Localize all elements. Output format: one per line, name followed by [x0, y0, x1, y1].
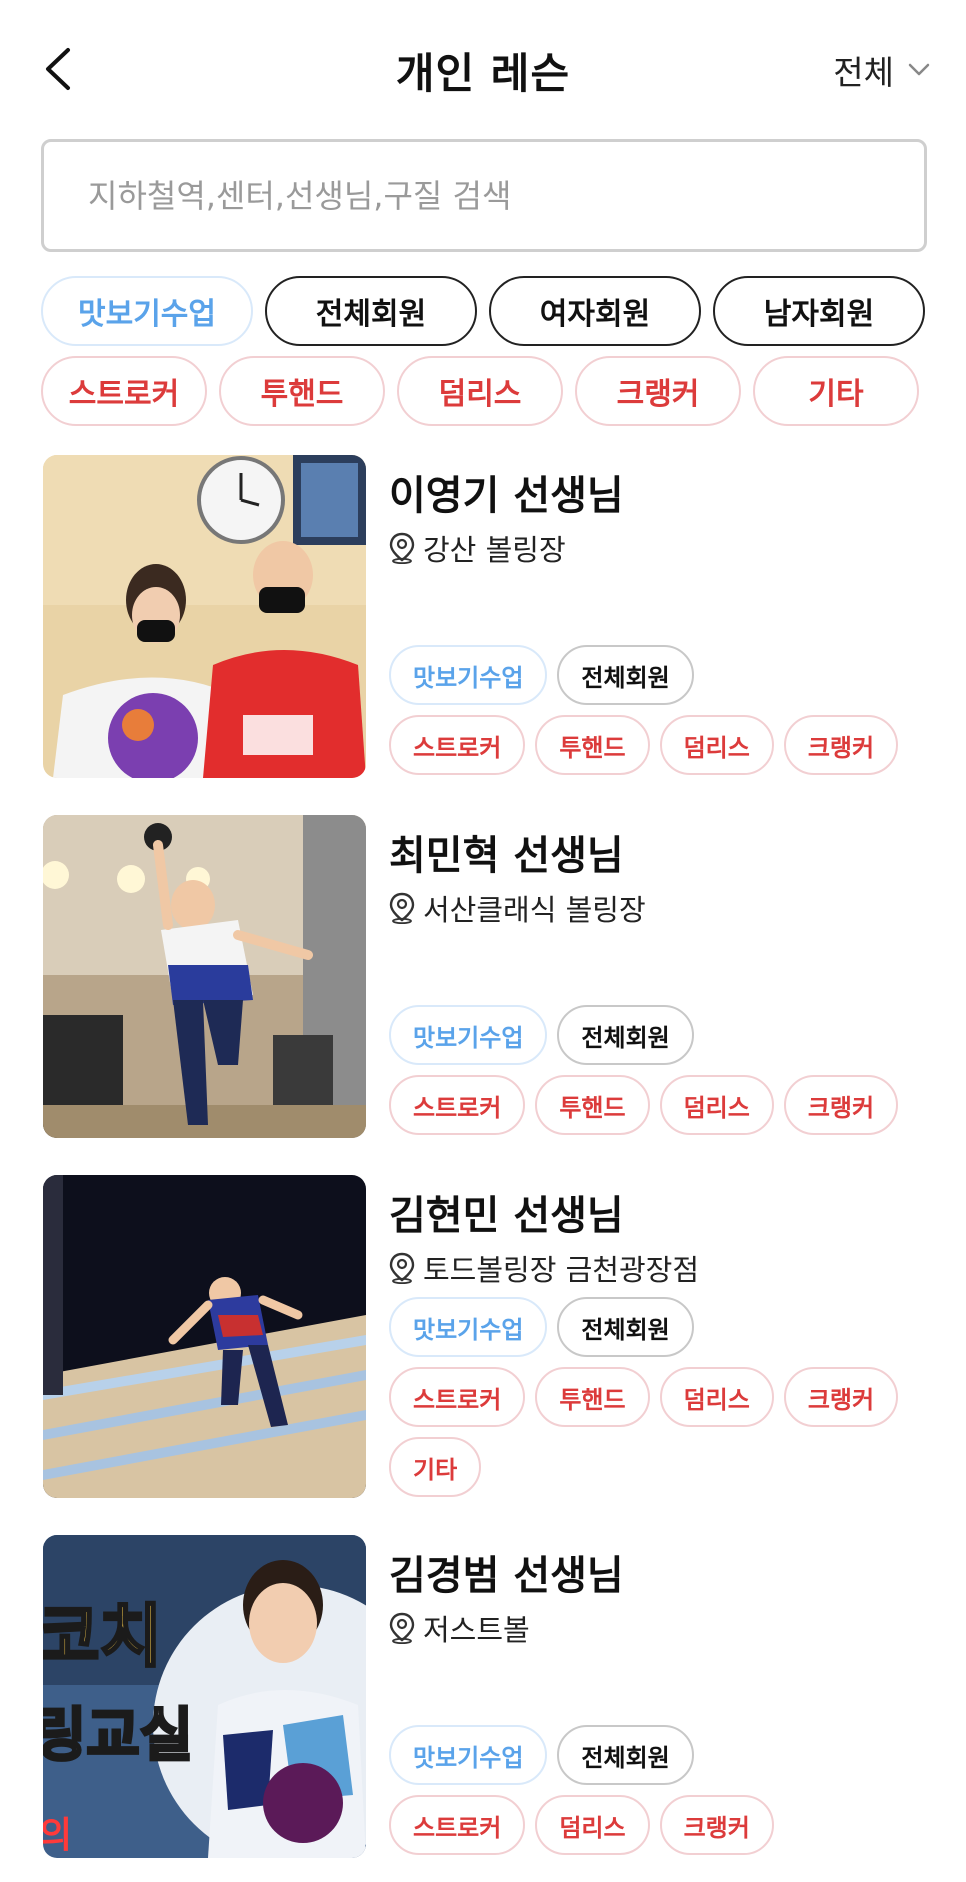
tag-style: 덤리스	[659, 1075, 774, 1135]
map-pin-icon	[389, 1252, 415, 1284]
tag-style: 덤리스	[659, 715, 774, 775]
teacher-info: 김경범 선생님 저스트볼 맛보기수업 전체회원 스트로커 덤리스 크랭커	[389, 1535, 929, 1865]
filter-chip-cranker[interactable]: 크랭커	[575, 356, 741, 426]
tag-style: 스트로커	[389, 1075, 526, 1135]
filter-chip-row-audience: 맛보기수업 전체회원 여자회원 남자회원	[41, 276, 925, 346]
teacher-tags: 맛보기수업 전체회원 스트로커 덤리스 크랭커	[389, 1725, 774, 1865]
teacher-location: 저스트볼	[389, 1607, 530, 1649]
teacher-photo	[43, 815, 366, 1138]
filter-chip-trial-class[interactable]: 맛보기수업	[41, 276, 253, 346]
tag-style: 크랭커	[783, 1367, 899, 1427]
tag-style: 투핸드	[535, 1367, 650, 1427]
teacher-name: 김경범 선생님	[389, 1553, 624, 1599]
teacher-location: 토드볼링장 금천광장점	[389, 1247, 699, 1289]
map-pin-icon	[389, 532, 415, 564]
filter-chip-male-members[interactable]: 남자회원	[713, 276, 925, 346]
tag-trial-class: 맛보기수업	[389, 1725, 548, 1785]
tag-style: 스트로커	[389, 1367, 526, 1427]
filter-chip-all-members[interactable]: 전체회원	[265, 276, 477, 346]
filter-chip-row-style: 스트로커 투핸드 덤리스 크랭커 기타	[41, 356, 919, 426]
photo-text-coach: 코치	[43, 1598, 162, 1677]
chevron-down-icon	[908, 63, 930, 76]
tag-style: 투핸드	[535, 1075, 650, 1135]
teacher-location: 서산클래식 볼링장	[389, 887, 646, 929]
tag-trial-class: 맛보기수업	[389, 1005, 548, 1065]
page-title: 개인 레슨	[395, 49, 571, 98]
tag-all-members: 전체회원	[557, 1725, 694, 1785]
teacher-location-text: 서산클래식 볼링장	[423, 893, 646, 927]
teacher-tags: 맛보기수업 전체회원 스트로커 투핸드 덤리스 크랭커	[389, 645, 899, 785]
teacher-info: 최민혁 선생님 서산클래식 볼링장 맛보기수업 전체회원 스트로커 투핸드 덤리…	[389, 815, 929, 1145]
search-box	[41, 139, 927, 252]
tag-style: 스트로커	[389, 715, 526, 775]
tag-style: 덤리스	[535, 1795, 650, 1855]
map-pin-icon	[389, 892, 415, 924]
teacher-card[interactable]: 최민혁 선생님 서산클래식 볼링장 맛보기수업 전체회원 스트로커 투핸드 덤리…	[43, 815, 933, 1145]
filter-chip-other[interactable]: 기타	[753, 356, 919, 426]
teacher-location-text: 토드볼링장 금천광장점	[423, 1253, 700, 1287]
tag-style: 덤리스	[659, 1367, 774, 1427]
region-filter-dropdown[interactable]: 전체	[833, 46, 930, 94]
tag-style: 크랭커	[783, 715, 899, 775]
teacher-name: 김현민 선생님	[389, 1193, 624, 1239]
filter-chip-stroker[interactable]: 스트로커	[41, 356, 207, 426]
teacher-tags: 맛보기수업 전체회원 스트로커 투핸드 덤리스 크랭커	[389, 1005, 899, 1145]
tag-all-members: 전체회원	[557, 1297, 694, 1357]
tag-style: 크랭커	[783, 1075, 899, 1135]
teacher-info: 김현민 선생님 토드볼링장 금천광장점 맛보기수업 전체회원 스트로커 투핸드 …	[389, 1175, 929, 1505]
teacher-name: 최민혁 선생님	[389, 833, 624, 879]
filter-chip-thumbless[interactable]: 덤리스	[397, 356, 563, 426]
teacher-location-text: 강산 볼링장	[423, 533, 566, 567]
tag-style: 기타	[389, 1437, 482, 1497]
region-filter-label: 전체	[833, 53, 894, 92]
photo-text-suffix: 의	[43, 1815, 72, 1856]
tag-style: 스트로커	[389, 1795, 526, 1855]
top-bar: 개인 레슨 전체	[0, 0, 966, 130]
teacher-location-text: 저스트볼	[423, 1613, 530, 1647]
filter-chip-female-members[interactable]: 여자회원	[489, 276, 701, 346]
teacher-info: 이영기 선생님 강산 볼링장 맛보기수업 전체회원 스트로커 투핸드 덤리스 크…	[389, 455, 929, 785]
teacher-card[interactable]: 코치 링교실 의 김경범 선생님 저스트볼 맛보기수업 전체회원 스트로커 덤리…	[43, 1535, 933, 1865]
tag-style: 크랭커	[659, 1795, 774, 1855]
tag-trial-class: 맛보기수업	[389, 1297, 548, 1357]
tag-trial-class: 맛보기수업	[389, 645, 548, 705]
teacher-card[interactable]: 김현민 선생님 토드볼링장 금천광장점 맛보기수업 전체회원 스트로커 투핸드 …	[43, 1175, 933, 1505]
photo-text-class: 링교실	[43, 1701, 193, 1769]
teacher-photo	[43, 455, 366, 778]
teacher-photo	[43, 1175, 366, 1498]
teacher-tags: 맛보기수업 전체회원 스트로커 투핸드 덤리스 크랭커 기타	[389, 1297, 899, 1507]
filter-chip-two-hand[interactable]: 투핸드	[219, 356, 385, 426]
teacher-location: 강산 볼링장	[389, 527, 566, 569]
tag-all-members: 전체회원	[557, 645, 694, 705]
tag-all-members: 전체회원	[557, 1005, 694, 1065]
search-input[interactable]	[44, 142, 924, 249]
teacher-name: 이영기 선생님	[389, 473, 624, 519]
tag-style: 투핸드	[535, 715, 650, 775]
teacher-photo: 코치 링교실 의	[43, 1535, 366, 1858]
teacher-card[interactable]: 이영기 선생님 강산 볼링장 맛보기수업 전체회원 스트로커 투핸드 덤리스 크…	[43, 455, 933, 785]
map-pin-icon	[389, 1612, 415, 1644]
